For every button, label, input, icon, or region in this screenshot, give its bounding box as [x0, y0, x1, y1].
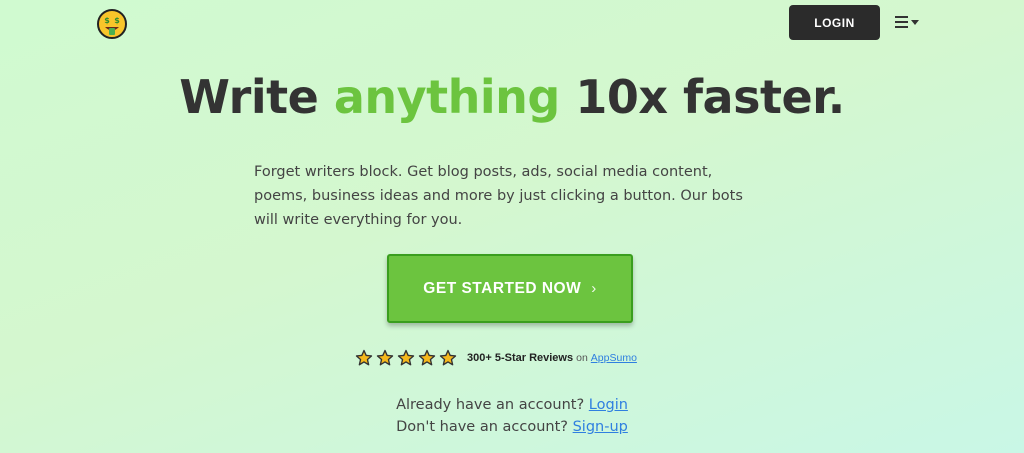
menu-toggle[interactable]	[895, 13, 919, 31]
signup-prompt-text: Don't have an account?	[396, 419, 568, 435]
star-icon	[355, 349, 373, 366]
get-started-label: GET STARTED NOW	[423, 279, 582, 297]
review-on-text: on	[576, 352, 588, 364]
login-button[interactable]: LOGIN	[789, 5, 880, 40]
login-link[interactable]: Login	[589, 397, 628, 413]
star-icon	[418, 349, 436, 366]
hero-subtitle: Forget writers block. Get blog posts, ad…	[254, 164, 743, 228]
caret-down-icon	[911, 19, 919, 25]
headline-text-before: Write	[179, 70, 319, 124]
star-icon	[439, 349, 457, 366]
headline-accent-word: anything	[333, 70, 560, 124]
star-icon	[376, 349, 394, 366]
login-prompt-line: Already have an account? Login	[0, 397, 1024, 413]
hamburger-menu-icon	[895, 16, 908, 28]
hero-headline: Write anything 10x faster.	[0, 70, 1024, 124]
appsumo-link[interactable]: AppSumo	[591, 352, 637, 364]
review-count: 300+ 5-Star Reviews	[467, 352, 574, 364]
star-rating	[355, 349, 457, 367]
svg-text:$: $	[104, 16, 110, 25]
headline-text-after: 10x faster.	[575, 70, 845, 124]
chevron-right-icon: ›	[591, 280, 597, 297]
signup-prompt-line: Don't have an account? Sign-up	[0, 419, 1024, 435]
login-prompt-text: Already have an account?	[396, 397, 585, 413]
get-started-button[interactable]: GET STARTED NOW ›	[387, 254, 633, 323]
reviews-row: 300+ 5-Star Reviews on AppSumo	[355, 347, 637, 369]
svg-text:$: $	[114, 16, 120, 25]
money-mouth-face-icon[interactable]: $ $	[97, 9, 127, 39]
star-icon	[397, 349, 415, 366]
signup-link[interactable]: Sign-up	[573, 419, 628, 435]
